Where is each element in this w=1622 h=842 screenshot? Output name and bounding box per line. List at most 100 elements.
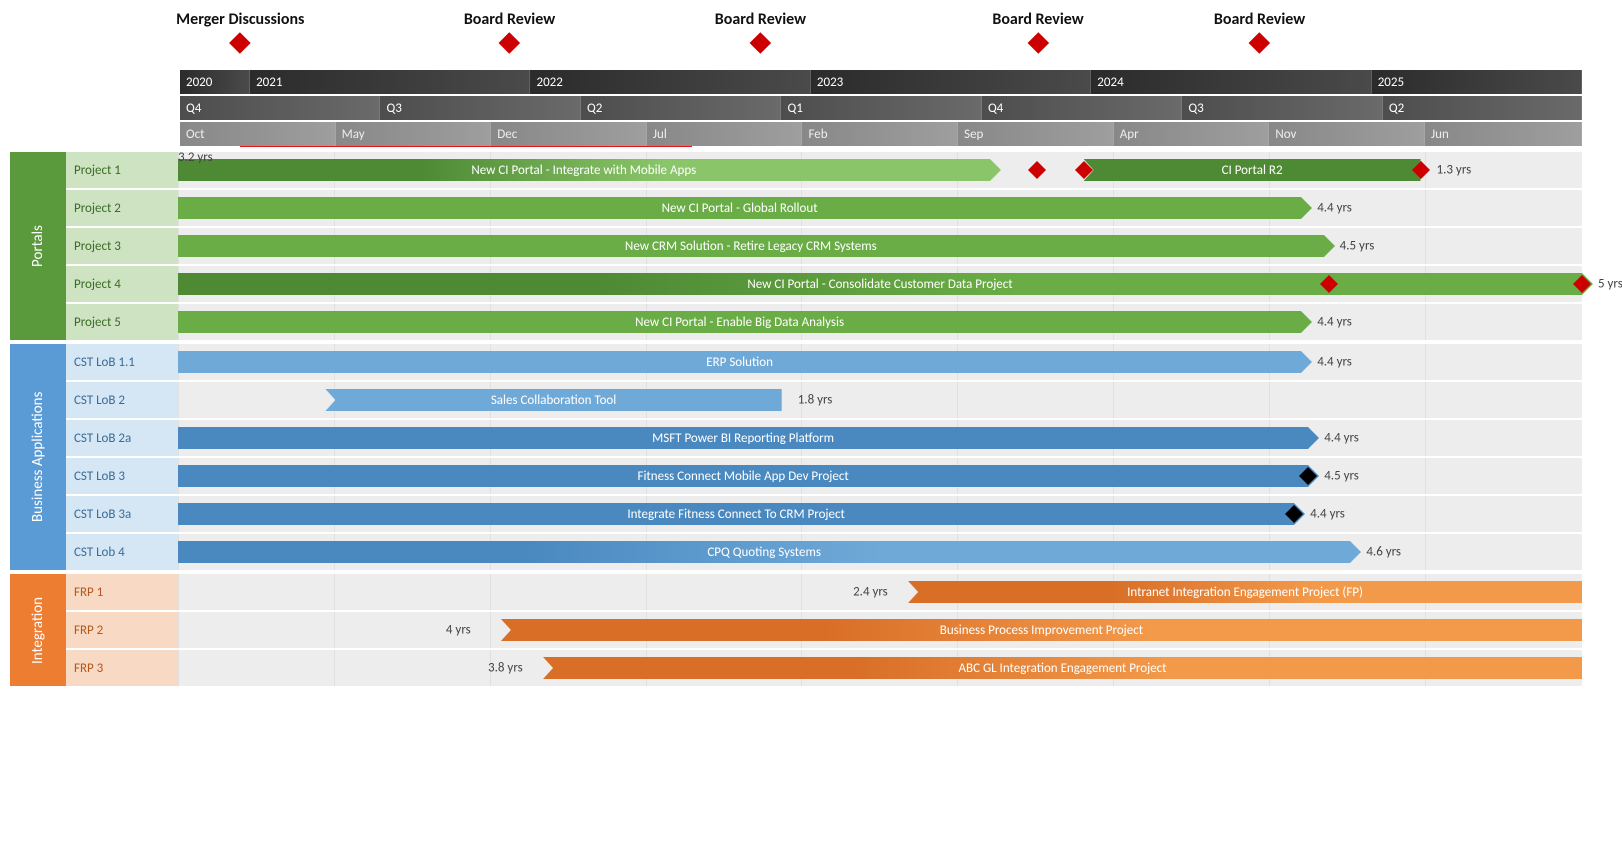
time-segment: Oct (180, 122, 336, 146)
milestone-label: Merger Discussions (176, 10, 304, 29)
milestone-marker: Board Review (992, 10, 1083, 55)
row-chart: Business Process Improvement Project 4 yr… (178, 612, 1582, 648)
row-label: Project 4 (66, 266, 178, 302)
swimlane-row: CST LoB 3aIntegrate Fitness Connect To C… (66, 496, 1582, 534)
gantt-bar: New CI Portal - Consolidate Customer Dat… (178, 273, 1582, 295)
group-tab: Business Applications (10, 344, 66, 570)
row-label: CST LoB 3a (66, 496, 178, 532)
swimlane-row: CST LoB 1.1ERP Solution4.4 yrs (66, 344, 1582, 382)
row-label: Project 5 (66, 304, 178, 340)
time-segment: 2020 (180, 70, 250, 94)
swimlane-row: FRP 2Business Process Improvement Projec… (66, 612, 1582, 650)
diamond-icon (1074, 160, 1094, 180)
gantt-bar: Sales Collaboration Tool (325, 389, 781, 411)
bar-label: Integrate Fitness Connect To CRM Project (621, 507, 851, 522)
swimlane-row: Project 5New CI Portal - Enable Big Data… (66, 304, 1582, 340)
duration-label: 4.6 yrs (1366, 545, 1401, 560)
row-chart: New CRM Solution - Retire Legacy CRM Sys… (178, 228, 1582, 264)
gantt-bar: CPQ Quoting Systems (178, 541, 1350, 563)
group-tab: Integration (10, 574, 66, 686)
time-segment: 2025 (1372, 70, 1582, 94)
gantt-bar: MSFT Power BI Reporting Platform (178, 427, 1308, 449)
gantt-bar: Fitness Connect Mobile App Dev Project (178, 465, 1308, 487)
diamond-icon (1411, 160, 1431, 180)
duration-label: 1.3 yrs (1437, 163, 1472, 178)
group-bizapps: Business ApplicationsCST LoB 1.1ERP Solu… (10, 344, 1582, 570)
bar-label: CPQ Quoting Systems (701, 545, 827, 560)
row-chart: CPQ Quoting Systems 4.6 yrs (178, 534, 1582, 570)
row-chart: Intranet Integration Engagement Project … (178, 574, 1582, 610)
bar-label: New CI Portal - Enable Big Data Analysis (629, 315, 850, 330)
gantt-bar: CI Portal R2 (1084, 159, 1421, 181)
time-segment: Feb (802, 122, 958, 146)
duration-label: 4.4 yrs (1324, 431, 1359, 446)
gantt-bar: ERP Solution (178, 351, 1301, 373)
duration-label: 5 yrs (1598, 277, 1622, 292)
milestone-label: Board Review (992, 10, 1083, 29)
duration-label: 4 yrs (446, 623, 471, 638)
diamond-icon (1298, 466, 1318, 486)
gantt-bar: New CI Portal - Integrate with Mobile Ap… (178, 159, 990, 181)
bar-label: Sales Collaboration Tool (485, 393, 622, 408)
bar-label: New CI Portal - Integrate with Mobile Ap… (465, 163, 702, 178)
row-chart: New CI Portal - Consolidate Customer Dat… (178, 266, 1582, 302)
row-label: CST LoB 2a (66, 420, 178, 456)
month-band: OctMayDecJulFebSepAprNovJun (180, 122, 1582, 146)
row-label: CST LoB 2 (66, 382, 178, 418)
swimlane-row: Project 1New CI Portal - Integrate with … (66, 152, 1582, 190)
bar-label: CI Portal R2 (1216, 163, 1289, 178)
milestone-marker: Board Review (1214, 10, 1305, 55)
milestone-marker: Board Review (715, 10, 806, 55)
row-chart: Integrate Fitness Connect To CRM Project… (178, 496, 1582, 532)
time-axis: 202020212022202320242025 Q4Q3Q2Q1Q4Q3Q2 … (180, 70, 1582, 146)
duration-label: 2.4 yrs (853, 585, 888, 600)
bar-label: New CI Portal - Global Rollout (656, 201, 824, 216)
time-segment: Dec (491, 122, 647, 146)
diamond-icon (1319, 274, 1339, 294)
year-band: 202020212022202320242025 (180, 70, 1582, 94)
diamond-icon (1027, 160, 1047, 180)
bar-label: New CRM Solution - Retire Legacy CRM Sys… (619, 239, 883, 254)
diamond-icon (1572, 274, 1592, 294)
diamond-icon (1284, 504, 1304, 524)
swimlane-row: FRP 1 Intranet Integration Engagement Pro… (66, 574, 1582, 612)
duration-label: 3.8 yrs (488, 661, 523, 676)
swimlane-row: FRP 3ABC GL Integration Engagement Proje… (66, 650, 1582, 686)
row-label: FRP 1 (66, 574, 178, 610)
row-chart: New CI Portal - Global Rollout4.4 yrs (178, 190, 1582, 226)
milestone-marker: Board Review (464, 10, 555, 55)
time-segment: Jun (1425, 122, 1582, 146)
duration-label: 4.5 yrs (1340, 239, 1375, 254)
row-chart: New CI Portal - Integrate with Mobile Ap… (178, 152, 1582, 188)
time-segment: 2024 (1091, 70, 1371, 94)
milestone-marker: Merger Discussions (176, 10, 304, 55)
time-segment: Q3 (380, 96, 580, 120)
roadmap-gantt: Merger Discussions Board Review Board Revi… (0, 0, 1622, 842)
group-body: FRP 1 Intranet Integration Engagement Pro… (66, 574, 1582, 686)
diamond-icon (1248, 31, 1272, 55)
bar-label: MSFT Power BI Reporting Platform (646, 431, 840, 446)
diamond-icon (228, 31, 252, 55)
swimlane-row: CST LoB 2aMSFT Power BI Reporting Platfo… (66, 420, 1582, 458)
duration-label: 4.4 yrs (1317, 315, 1352, 330)
swimlane-row: Project 2New CI Portal - Global Rollout4… (66, 190, 1582, 228)
time-segment: Q4 (982, 96, 1182, 120)
diamond-icon (748, 31, 772, 55)
bar-label: Fitness Connect Mobile App Dev Project (631, 469, 854, 484)
group-body: CST LoB 1.1ERP Solution4.4 yrsCST LoB 2 S… (66, 344, 1582, 570)
swimlane-row: CST Lob 4CPQ Quoting Systems4.6 yrs (66, 534, 1582, 570)
gantt-bar: Intranet Integration Engagement Project … (908, 581, 1582, 603)
row-chart: MSFT Power BI Reporting Platform 4.4 yrs (178, 420, 1582, 456)
bar-label: ERP Solution (700, 355, 779, 370)
time-segment: 2023 (811, 70, 1091, 94)
swimlane-row: CST LoB 2Sales Collaboration Tool1.8 yrs (66, 382, 1582, 420)
gantt-bar: Integrate Fitness Connect To CRM Project (178, 503, 1294, 525)
milestone-header: Merger DiscussionsBoard ReviewBoard Revi… (180, 10, 1582, 70)
gantt-bar: New CRM Solution - Retire Legacy CRM Sys… (178, 235, 1324, 257)
row-chart: ERP Solution4.4 yrs (178, 344, 1582, 380)
bar-label: Business Process Improvement Project (934, 623, 1149, 638)
time-segment: May (336, 122, 492, 146)
time-segment: Q3 (1182, 96, 1382, 120)
row-chart: New CI Portal - Enable Big Data Analysis… (178, 304, 1582, 340)
milestone-label: Board Review (1214, 10, 1305, 29)
